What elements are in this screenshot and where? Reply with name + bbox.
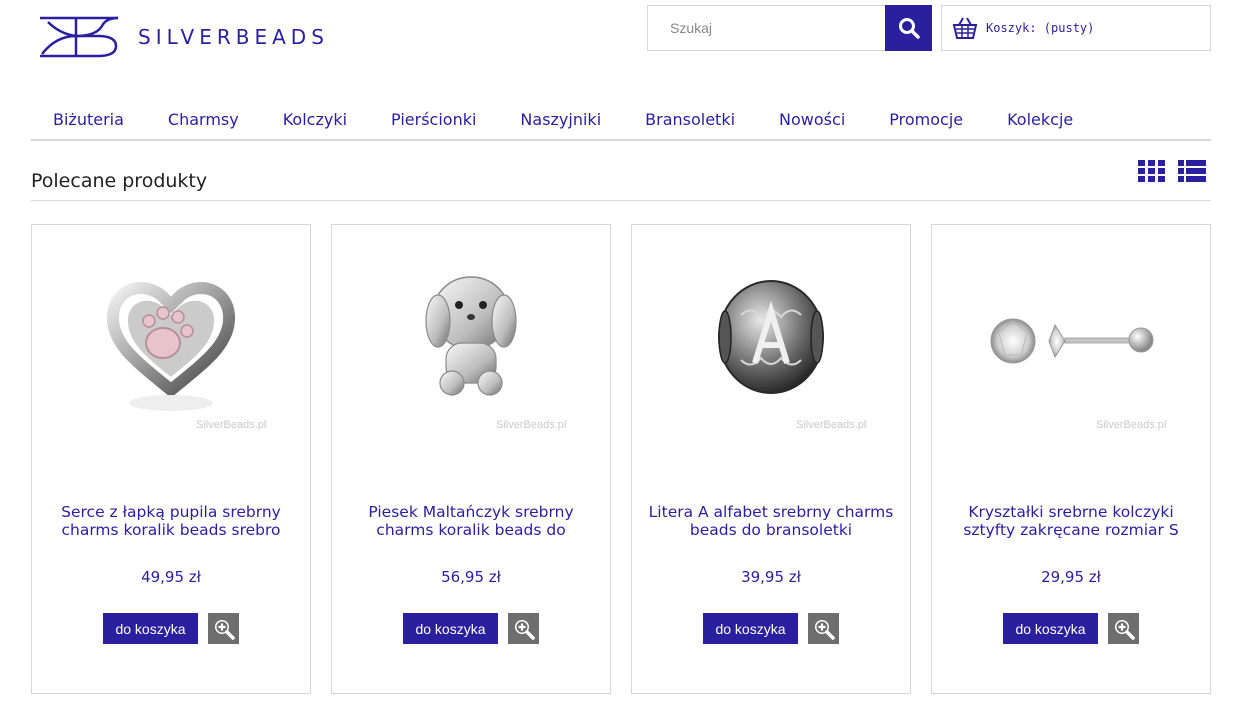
menu-item-pierscionki[interactable]: Pierścionki <box>369 100 498 139</box>
product-name[interactable]: Piesek Maltańczyk srebrny charms koralik… <box>342 503 600 539</box>
product-actions: do koszyka <box>32 613 310 644</box>
watermark: SilverBeads.pl <box>796 419 867 431</box>
product-price: 56,95 zł <box>441 568 501 586</box>
section-divider <box>31 200 1211 201</box>
menu-item-nowosci[interactable]: Nowości <box>757 100 867 139</box>
zoom-button[interactable] <box>208 613 239 644</box>
search-button[interactable] <box>885 5 932 51</box>
zoom-button[interactable] <box>808 613 839 644</box>
grid-view-icon[interactable] <box>1138 160 1166 186</box>
menu-item-bransoletki[interactable]: Bransoletki <box>623 100 757 139</box>
product-actions: do koszyka <box>332 613 610 644</box>
main-menu: Biżuteria Charmsy Kolczyki Pierścionki N… <box>31 100 1211 141</box>
zoom-plus-icon <box>814 619 835 640</box>
product-name[interactable]: Serce z łapką pupila srebrny charms kora… <box>42 503 300 539</box>
brand-name: SILVERBEADS <box>138 25 329 49</box>
zoom-button[interactable] <box>1108 613 1139 644</box>
watermark: SilverBeads.pl <box>1096 419 1167 431</box>
product-price: 49,95 zł <box>141 568 201 586</box>
menu-item-kolczyki[interactable]: Kolczyki <box>261 100 369 139</box>
watermark: SilverBeads.pl <box>496 419 567 431</box>
logo-mark-icon <box>40 16 119 58</box>
product-price: 39,95 zł <box>741 568 801 586</box>
product-actions: do koszyka <box>632 613 910 644</box>
section-title: Polecane produkty <box>31 170 208 192</box>
add-to-cart-button[interactable]: do koszyka <box>103 613 198 644</box>
menu-item-bizuteria[interactable]: Biżuteria <box>31 100 146 139</box>
product-image-heart-paw[interactable] <box>32 225 310 455</box>
menu-item-kolekcje[interactable]: Kolekcje <box>985 100 1095 139</box>
zoom-plus-icon <box>514 619 535 640</box>
product-card: SilverBeads.pl Litera A alfabet srebrny … <box>631 224 911 694</box>
add-to-cart-button[interactable]: do koszyka <box>1003 613 1098 644</box>
zoom-plus-icon <box>1114 619 1135 640</box>
zoom-plus-icon <box>214 619 235 640</box>
list-view-icon[interactable] <box>1178 160 1206 186</box>
menu-item-naszyjniki[interactable]: Naszyjniki <box>498 100 623 139</box>
search-bar <box>647 5 932 51</box>
zoom-button[interactable] <box>508 613 539 644</box>
product-image-maltese-dog[interactable] <box>332 225 610 455</box>
product-name[interactable]: Litera A alfabet srebrny charms beads do… <box>642 503 900 539</box>
product-image-letter-a[interactable] <box>632 225 910 455</box>
cart-button[interactable]: Koszyk: (pusty) <box>941 5 1211 51</box>
add-to-cart-button[interactable]: do koszyka <box>703 613 798 644</box>
watermark: SilverBeads.pl <box>196 419 267 431</box>
add-to-cart-button[interactable]: do koszyka <box>403 613 498 644</box>
product-price: 29,95 zł <box>1041 568 1101 586</box>
product-name[interactable]: Kryształki srebrne kolczyki sztyfty zakr… <box>942 503 1200 539</box>
search-icon <box>898 18 920 39</box>
product-actions: do koszyka <box>932 613 1210 644</box>
basket-icon <box>952 17 978 39</box>
menu-item-charmsy[interactable]: Charmsy <box>146 100 261 139</box>
product-card: SilverBeads.pl Serce z łapką pupila sreb… <box>31 224 311 694</box>
product-card: SilverBeads.pl Kryształki srebrne kolczy… <box>931 224 1211 694</box>
product-image-crystal-earrings[interactable] <box>932 225 1210 455</box>
menu-item-promocje[interactable]: Promocje <box>867 100 985 139</box>
view-toggle <box>1138 160 1206 186</box>
product-card: SilverBeads.pl Piesek Maltańczyk srebrny… <box>331 224 611 694</box>
search-input[interactable] <box>647 5 885 51</box>
cart-label: Koszyk: (pusty) <box>986 21 1095 35</box>
logo[interactable]: SILVERBEADS <box>38 16 329 58</box>
